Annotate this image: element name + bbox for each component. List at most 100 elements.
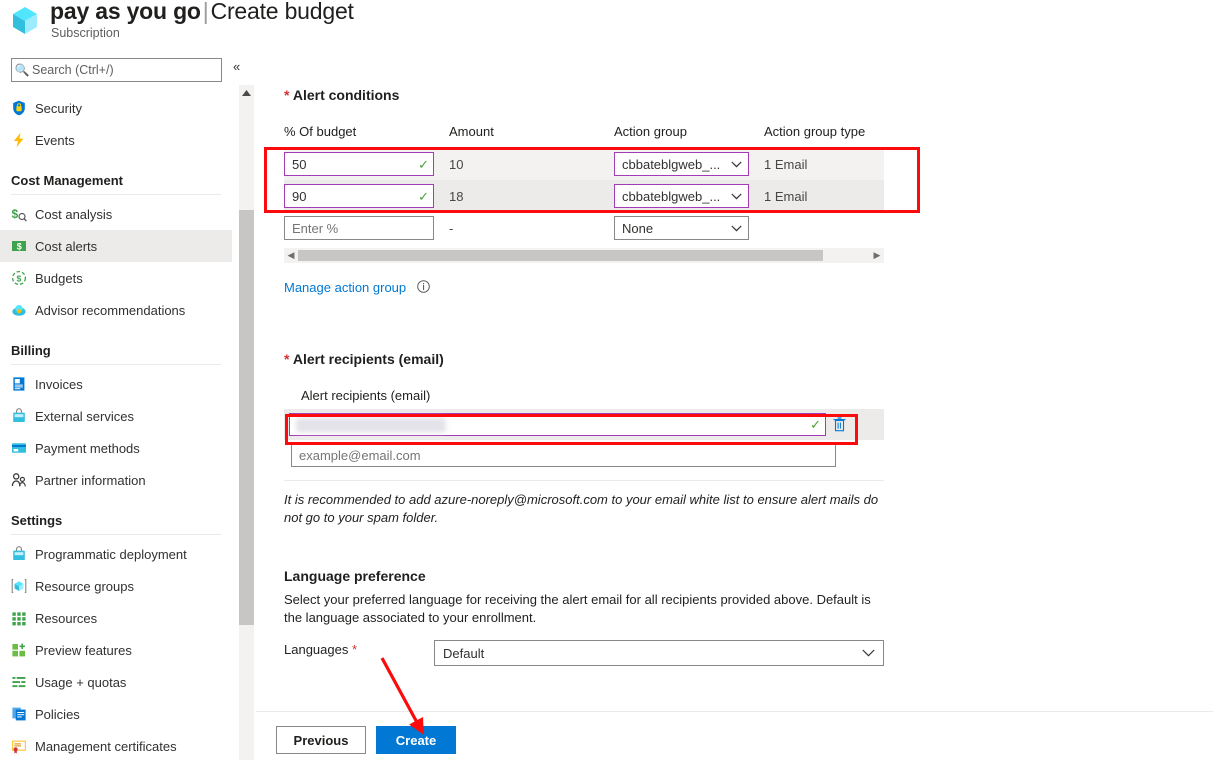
sidebar-item-management-certificates[interactable]: Management certificates bbox=[0, 730, 232, 760]
col-header-percent: % Of budget bbox=[284, 124, 357, 139]
cell-amount: 10 bbox=[449, 156, 464, 172]
sidebar-group-divider bbox=[11, 364, 221, 365]
sidebar-item-label: Cost analysis bbox=[35, 206, 113, 222]
scroll-up-arrow-icon[interactable] bbox=[239, 85, 254, 101]
sidebar-item-label: Preview features bbox=[35, 642, 132, 658]
redacted-email-value bbox=[296, 416, 446, 433]
cell-percent: 50 ✓ bbox=[284, 152, 449, 176]
sidebar-item-advisor-recommendations[interactable]: Advisor recommendations bbox=[0, 294, 232, 326]
sidebar-item-label: Payment methods bbox=[35, 440, 140, 456]
main-vertical-scrollbar[interactable] bbox=[239, 85, 254, 760]
title-separator: | bbox=[202, 0, 209, 24]
subscription-name: pay as you go bbox=[50, 0, 201, 24]
footer-divider bbox=[256, 711, 1213, 712]
cell-action-group: None bbox=[614, 216, 764, 240]
action-group-select[interactable]: cbbateblgweb_... bbox=[614, 152, 749, 176]
sidebar-item-security[interactable]: Security bbox=[0, 92, 232, 124]
page-header: pay as you go|Create budget Subscription bbox=[0, 0, 1213, 48]
chevron-down-icon bbox=[862, 649, 875, 657]
sidebar-item-label: Budgets bbox=[35, 270, 83, 286]
shield-icon bbox=[11, 100, 35, 116]
sidebar-item-preview-features[interactable]: Preview features bbox=[0, 634, 232, 666]
percent-of-budget-input[interactable]: 90 ✓ bbox=[284, 184, 434, 208]
cell-amount: 18 bbox=[449, 188, 464, 204]
sidebar-item-programmatic-deployment[interactable]: Programmatic deployment bbox=[0, 538, 232, 570]
valid-check-icon: ✓ bbox=[810, 416, 821, 432]
sidebar-item-cost-analysis[interactable]: $ Cost analysis bbox=[0, 198, 232, 230]
sidebar-item-cost-alerts[interactable]: $ Cost alerts bbox=[0, 230, 232, 262]
sidebar-item-policies[interactable]: Policies bbox=[0, 698, 232, 730]
table-horizontal-scrollbar[interactable]: ◀ ▶ bbox=[284, 248, 884, 263]
page-subtitle: Subscription bbox=[51, 26, 120, 40]
cell-percent: Enter % bbox=[284, 216, 449, 240]
action-group-value: None bbox=[622, 220, 654, 236]
sidebar-item-usage-quotas[interactable]: Usage + quotas bbox=[0, 666, 232, 698]
previous-button[interactable]: Previous bbox=[276, 726, 366, 754]
languages-select[interactable]: Default bbox=[434, 640, 884, 666]
sidebar-item-label: Resources bbox=[35, 610, 98, 626]
search-icon: 🔍 bbox=[14, 63, 30, 77]
sidebar-item-label: Management certificates bbox=[35, 738, 177, 754]
sidebar-group-billing: Billing bbox=[0, 326, 232, 360]
table-row: 90 ✓ 18 cbbateblgweb_... 1 Email bbox=[284, 180, 884, 212]
sidebar-item-label: Advisor recommendations bbox=[35, 302, 186, 318]
sidebar-item-label: Events bbox=[35, 132, 75, 148]
budget-circle-icon: $ bbox=[11, 270, 35, 286]
sidebar-item-payment-methods[interactable]: Payment methods bbox=[0, 432, 232, 464]
alert-recipient-email-field[interactable]: ✓ bbox=[289, 413, 826, 436]
sidebar-item-resources[interactable]: Resources bbox=[0, 602, 232, 634]
sidebar-item-label: Cost alerts bbox=[35, 238, 98, 254]
add-recipient-field[interactable] bbox=[291, 444, 836, 467]
info-icon[interactable] bbox=[417, 280, 430, 293]
preview-features-icon bbox=[11, 642, 35, 658]
chevron-down-icon bbox=[729, 219, 743, 237]
sidebar-nav-list: Security Events Cost Management $ Cost analy… bbox=[0, 92, 232, 760]
sidebar: 🔍 Security Events Cost Management $ Cost ana… bbox=[0, 52, 232, 760]
sidebar-group-divider bbox=[11, 194, 221, 195]
sidebar-item-label: Usage + quotas bbox=[35, 674, 127, 690]
language-preference-title: Language preference bbox=[284, 568, 426, 584]
sidebar-item-partner-information[interactable]: Partner information bbox=[0, 464, 232, 496]
sidebar-item-label: Resource groups bbox=[35, 578, 134, 594]
usage-quotas-icon bbox=[11, 674, 35, 690]
cell-action-group-type: 1 Email bbox=[764, 188, 808, 204]
action-group-select[interactable]: None bbox=[614, 216, 749, 240]
dollar-bill-icon: $ bbox=[11, 238, 35, 254]
scrollbar-thumb[interactable] bbox=[239, 210, 254, 625]
col-header-action-group-type: Action group type bbox=[764, 124, 866, 139]
delete-recipient-button[interactable] bbox=[826, 413, 852, 436]
sidebar-item-external-services[interactable]: External services bbox=[0, 400, 232, 432]
recipients-divider bbox=[284, 480, 884, 481]
sidebar-item-events[interactable]: Events bbox=[0, 124, 232, 156]
collapse-sidebar-icon[interactable]: « bbox=[233, 59, 240, 74]
manage-action-group-link[interactable]: Manage action group bbox=[284, 280, 406, 295]
svg-text:$: $ bbox=[12, 207, 19, 221]
action-group-value: cbbateblgweb_... bbox=[622, 156, 721, 172]
scroll-left-arrow-icon[interactable]: ◀ bbox=[284, 250, 298, 261]
create-button[interactable]: Create bbox=[376, 726, 456, 754]
chevron-down-icon bbox=[729, 187, 743, 205]
policies-icon bbox=[11, 706, 35, 722]
add-recipient-input[interactable] bbox=[299, 448, 835, 463]
action-group-select[interactable]: cbbateblgweb_... bbox=[614, 184, 749, 208]
sidebar-item-invoices[interactable]: Invoices bbox=[0, 368, 232, 400]
sidebar-item-budgets[interactable]: $ Budgets bbox=[0, 262, 232, 294]
table-row: 50 ✓ 10 cbbateblgweb_... 1 Email bbox=[284, 148, 884, 180]
search-input[interactable] bbox=[32, 63, 210, 77]
scroll-right-arrow-icon[interactable]: ▶ bbox=[870, 250, 884, 261]
hscrollbar-thumb[interactable] bbox=[298, 250, 823, 261]
alert-recipients-title: Alert recipients (email) bbox=[292, 351, 444, 367]
language-preference-description: Select your preferred language for recei… bbox=[284, 592, 871, 625]
percent-of-budget-input[interactable]: 50 ✓ bbox=[284, 152, 434, 176]
sidebar-item-label: Invoices bbox=[35, 376, 83, 392]
percent-value: 90 bbox=[292, 188, 307, 204]
alert-recipients-heading: * Alert recipients (email) bbox=[284, 351, 444, 367]
percent-of-budget-input[interactable]: Enter % bbox=[284, 216, 434, 240]
cell-amount: - bbox=[449, 220, 454, 236]
sidebar-search[interactable]: 🔍 bbox=[11, 58, 222, 82]
sidebar-item-resource-groups[interactable]: Resource groups bbox=[0, 570, 232, 602]
resource-group-icon bbox=[11, 578, 35, 594]
main-content: * Alert conditions % Of budget Amount Ac… bbox=[256, 52, 1213, 760]
table-body: 50 ✓ 10 cbbateblgweb_... 1 Email 90 ✓ 18 cbbateb… bbox=[284, 148, 884, 244]
cell-action-group: cbbateblgweb_... bbox=[614, 152, 764, 176]
